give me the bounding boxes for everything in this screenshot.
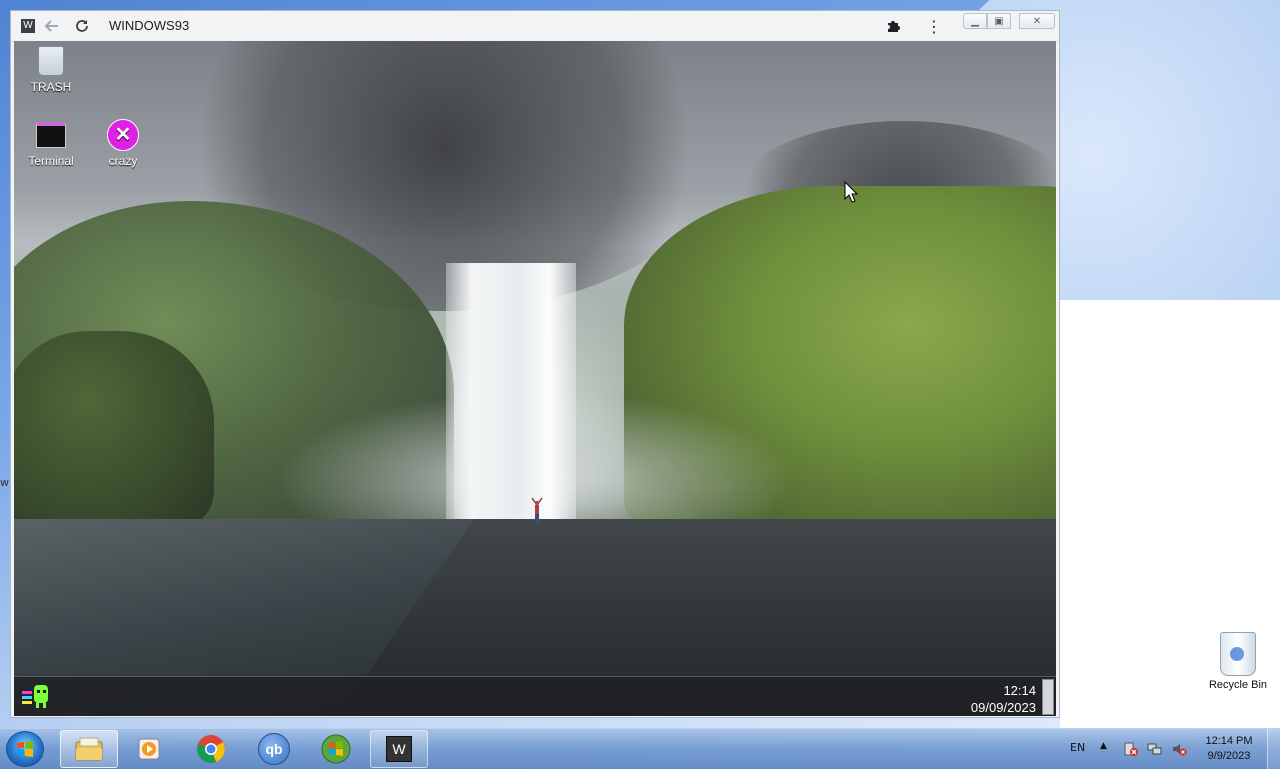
- kebab-menu-icon[interactable]: ⋮: [924, 17, 944, 36]
- volume-muted-icon[interactable]: [1171, 741, 1187, 757]
- desktop-icon-trash[interactable]: TRASH: [16, 45, 86, 94]
- crazy-icon: ✕: [107, 119, 139, 151]
- person-figure: [531, 497, 543, 523]
- chrome-icon: [197, 735, 225, 763]
- system-clock-time: 12:14 PM: [1205, 735, 1253, 747]
- language-indicator[interactable]: EN: [1070, 741, 1085, 754]
- action-center-alert-icon[interactable]: [1123, 741, 1139, 757]
- media-player-icon: [138, 738, 160, 760]
- mouse-cursor-icon: [844, 181, 858, 203]
- waterfall: [446, 263, 576, 531]
- file-explorer-icon: [75, 737, 103, 761]
- taskbar-windows-update[interactable]: [307, 730, 365, 768]
- windows-logo-icon: [17, 741, 33, 757]
- maximize-button[interactable]: ▣: [987, 13, 1011, 29]
- system-clock-date: 9/9/2023: [1207, 750, 1251, 762]
- desktop-icon-terminal[interactable]: Terminal: [16, 119, 86, 168]
- site-favicon-icon: W: [21, 19, 35, 33]
- w93-taskbar: 12:14 09/09/2023: [14, 676, 1056, 716]
- trash-icon: [35, 45, 67, 77]
- windows93-desktop[interactable]: TRASH Terminal ✕ crazy 12:14 09/09/2023: [14, 41, 1056, 716]
- show-hidden-icons-icon[interactable]: ▲: [1100, 741, 1107, 751]
- left-rock: [14, 331, 214, 531]
- show-desktop-button[interactable]: [1267, 729, 1280, 769]
- taskbar-windows93[interactable]: W: [370, 730, 428, 768]
- taskbar-media-player[interactable]: [120, 730, 178, 768]
- minimize-button[interactable]: ▁: [963, 13, 987, 29]
- w93-clock-date: 09/09/2023: [970, 700, 1036, 715]
- w93-clock-time: 12:14: [1003, 683, 1036, 698]
- back-arrow-icon[interactable]: [41, 15, 63, 37]
- close-button[interactable]: ✕: [1019, 13, 1055, 29]
- system-clock[interactable]: 12:14 PM 9/9/2023: [1196, 734, 1262, 764]
- windows93-app-icon: W: [386, 736, 412, 762]
- host-taskbar: qb W EN ▲ 12:14 PM 9/9/2023: [0, 728, 1280, 769]
- recycle-bin-label: Recycle Bin: [1208, 679, 1268, 691]
- browser-window: W WINDOWS93 ⋮ ▁ ▣ ✕ TRASH Terminal ✕ cra…: [10, 10, 1060, 718]
- page-title: WINDOWS93: [109, 18, 190, 33]
- w93-scrollbar[interactable]: [1042, 679, 1054, 715]
- desktop-icon-label: TRASH: [30, 80, 72, 94]
- desktop-edge-mark: w: [0, 476, 9, 489]
- puzzle-icon[interactable]: [883, 17, 903, 35]
- taskbar-qbittorrent[interactable]: qb: [245, 730, 303, 768]
- taskbar-file-explorer[interactable]: [60, 730, 118, 768]
- desktop-icon-label: crazy: [108, 154, 138, 168]
- desktop-icon-crazy[interactable]: ✕ crazy: [88, 119, 158, 168]
- recycle-bin[interactable]: Recycle Bin: [1203, 632, 1273, 691]
- w93-start-icon[interactable]: [20, 683, 54, 709]
- qbittorrent-icon: qb: [258, 733, 290, 765]
- taskbar-chrome[interactable]: [182, 730, 240, 768]
- windows-update-icon: [321, 734, 351, 764]
- w93-clock[interactable]: 12:14 09/09/2023: [971, 682, 1036, 716]
- browser-titlebar[interactable]: W WINDOWS93 ⋮ ▁ ▣ ✕: [11, 11, 1059, 42]
- network-icon[interactable]: [1147, 741, 1163, 757]
- terminal-icon: [35, 119, 67, 151]
- reload-icon[interactable]: [71, 15, 93, 37]
- desktop-icon-label: Terminal: [28, 154, 74, 168]
- recycle-bin-icon: [1220, 632, 1256, 676]
- start-button[interactable]: [6, 731, 44, 767]
